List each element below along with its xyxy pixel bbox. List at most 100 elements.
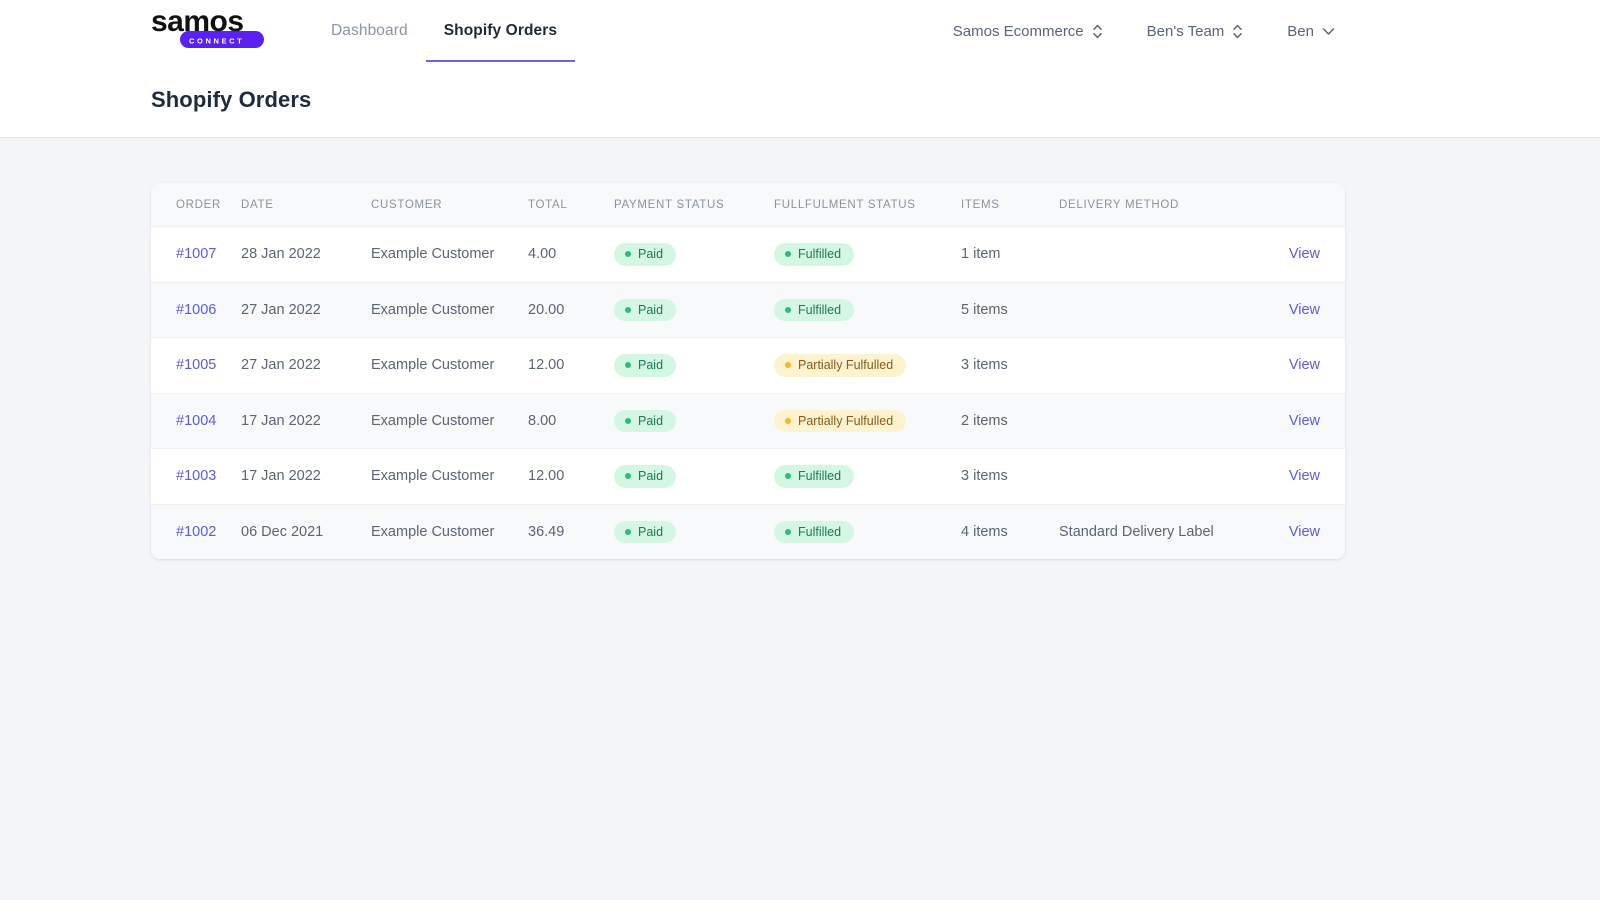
cell-total: 12.00 bbox=[528, 337, 614, 394]
fulfilment-status-badge-label: Fulfilled bbox=[798, 469, 842, 483]
view-order-link[interactable]: View bbox=[1289, 357, 1320, 373]
table-row: #1006 27 Jan 2022 Example Customer 20.00 Pai… bbox=[151, 282, 1345, 338]
status-dot-icon bbox=[625, 306, 631, 313]
up-down-chevron-icon bbox=[1092, 24, 1102, 38]
tab-dashboard-label: Dashboard bbox=[331, 22, 408, 39]
fulfilment-status-badge: Fulfilled bbox=[774, 298, 855, 321]
fulfilment-status-badge: Fulfilled bbox=[774, 243, 855, 266]
cell-fulfilment-status: Fulfilled bbox=[774, 282, 961, 338]
payment-status-badge-label: Paid bbox=[638, 302, 664, 317]
payment-status-badge: Paid bbox=[614, 354, 677, 377]
cell-total-text: 8.00 bbox=[528, 412, 557, 429]
cell-order-text[interactable]: #1007 bbox=[176, 246, 216, 262]
cell-total-text: 36.49 bbox=[528, 523, 565, 540]
team-selector[interactable]: Ben's Team bbox=[1137, 17, 1254, 46]
cell-order: #1004 bbox=[151, 393, 241, 449]
cell-order: #1005 bbox=[151, 337, 241, 394]
status-dot-icon bbox=[785, 306, 791, 313]
view-order-link[interactable]: View bbox=[1289, 246, 1320, 262]
cell-items: 4 items bbox=[961, 504, 1059, 559]
cell-delivery-method bbox=[1059, 337, 1262, 394]
payment-status-badge-label: Paid bbox=[638, 247, 664, 261]
table-row: #1003 17 Jan 2022 Example Customer 12.00 Pai… bbox=[151, 448, 1345, 505]
table-row: #1002 06 Dec 2021 Example Customer 36.49 Pai… bbox=[151, 504, 1345, 559]
cell-items-text: 3 items bbox=[961, 468, 1008, 485]
fulfilment-status-badge: Fulfilled bbox=[774, 465, 855, 488]
status-dot-icon bbox=[785, 473, 791, 480]
fulfilment-status-badge-label: Fulfilled bbox=[798, 247, 842, 261]
cell-order-text[interactable]: #1002 bbox=[176, 524, 216, 540]
cell-items-text: 3 items bbox=[961, 357, 1008, 374]
fulfilment-status-badge-label: Fulfilled bbox=[798, 524, 842, 539]
cell-payment-status: Paid bbox=[614, 448, 774, 505]
cell-date: 28 Jan 2022 bbox=[241, 226, 371, 283]
cell-order: #1003 bbox=[151, 448, 241, 505]
column-header-payment-status: PAYMENT STATUS bbox=[614, 183, 774, 227]
cell-items: 3 items bbox=[961, 448, 1059, 505]
orders-table-body: #1007 28 Jan 2022 Example Customer 4.00 Paid… bbox=[151, 226, 1345, 559]
payment-status-badge: Paid bbox=[614, 298, 677, 321]
store-selector[interactable]: Samos Ecommerce bbox=[943, 17, 1113, 46]
cell-customer-text: Example Customer bbox=[371, 357, 495, 374]
status-dot-icon bbox=[625, 473, 631, 480]
payment-status-badge-label: Paid bbox=[638, 358, 664, 372]
column-header-date: DATE bbox=[241, 183, 371, 227]
cell-fulfilment-status: Partially Fulfulled bbox=[774, 393, 961, 449]
cell-order-text[interactable]: #1004 bbox=[176, 413, 216, 429]
primary-nav-tabs: Dashboard Shopify Orders bbox=[313, 0, 576, 62]
cell-date: 17 Jan 2022 bbox=[241, 393, 371, 449]
view-order-link[interactable]: View bbox=[1289, 468, 1320, 484]
status-dot-icon bbox=[625, 417, 631, 424]
cell-delivery-method: Standard Delivery Label bbox=[1059, 504, 1262, 559]
cell-total: 20.00 bbox=[528, 282, 614, 338]
cell-payment-status: Paid bbox=[614, 226, 774, 283]
cell-actions: View bbox=[1262, 448, 1345, 505]
fulfilment-status-badge-label: Partially Fulfulled bbox=[798, 358, 894, 372]
cell-customer: Example Customer bbox=[371, 448, 528, 505]
table-row: #1007 28 Jan 2022 Example Customer 4.00 Paid… bbox=[151, 226, 1345, 283]
table-row: #1005 27 Jan 2022 Example Customer 12.00 Pai… bbox=[151, 337, 1345, 394]
payment-status-badge-label: Paid bbox=[638, 524, 664, 539]
column-header-customer: CUSTOMER bbox=[371, 183, 528, 227]
view-order-link[interactable]: View bbox=[1289, 524, 1320, 540]
cell-total: 12.00 bbox=[528, 448, 614, 505]
fulfilment-status-badge: Partially Fulfulled bbox=[774, 354, 907, 377]
view-order-link[interactable]: View bbox=[1289, 302, 1320, 318]
top-navigation-bar: samos CONNECT Dashboard Shopify Orders S… bbox=[0, 0, 1600, 62]
cell-date-text: 27 Jan 2022 bbox=[241, 301, 321, 318]
status-dot-icon bbox=[785, 251, 791, 258]
status-dot-icon bbox=[785, 362, 791, 369]
view-order-link[interactable]: View bbox=[1289, 413, 1320, 429]
svg-text:samos: samos bbox=[151, 9, 244, 38]
user-menu-label: Ben bbox=[1287, 22, 1314, 40]
cell-total: 4.00 bbox=[528, 226, 614, 283]
page-title: Shopify Orders bbox=[151, 86, 312, 112]
cell-items-text: 1 item bbox=[961, 246, 1001, 263]
cell-date-text: 28 Jan 2022 bbox=[241, 246, 321, 263]
cell-date-text: 17 Jan 2022 bbox=[241, 468, 321, 485]
cell-items-text: 2 items bbox=[961, 412, 1008, 429]
cell-order-text[interactable]: #1003 bbox=[176, 468, 216, 484]
tab-shopify-orders-label: Shopify Orders bbox=[443, 22, 558, 39]
cell-fulfilment-status: Fulfilled bbox=[774, 448, 961, 505]
cell-items-text: 4 items bbox=[961, 523, 1008, 540]
cell-actions: View bbox=[1262, 337, 1345, 394]
cell-date-text: 27 Jan 2022 bbox=[241, 357, 321, 374]
page-title-band: Shopify Orders bbox=[0, 62, 1600, 138]
fulfilment-status-badge: Fulfilled bbox=[774, 520, 855, 543]
tab-dashboard[interactable]: Dashboard bbox=[313, 0, 426, 62]
cell-customer: Example Customer bbox=[371, 393, 528, 449]
user-menu[interactable]: Ben bbox=[1277, 17, 1345, 46]
tab-shopify-orders[interactable]: Shopify Orders bbox=[425, 0, 576, 62]
brand-logo[interactable]: samos CONNECT bbox=[151, 0, 281, 62]
cell-items: 2 items bbox=[961, 393, 1059, 449]
store-selector-label: Samos Ecommerce bbox=[952, 22, 1084, 40]
column-header-order: ORDER bbox=[151, 183, 241, 227]
cell-order-text[interactable]: #1005 bbox=[176, 357, 216, 373]
column-header-actions bbox=[1262, 183, 1345, 227]
cell-total: 8.00 bbox=[528, 393, 614, 449]
cell-fulfilment-status: Fulfilled bbox=[774, 504, 961, 559]
cell-total-text: 12.00 bbox=[528, 468, 565, 485]
cell-order-text[interactable]: #1006 bbox=[176, 302, 216, 318]
cell-customer-text: Example Customer bbox=[371, 523, 495, 540]
